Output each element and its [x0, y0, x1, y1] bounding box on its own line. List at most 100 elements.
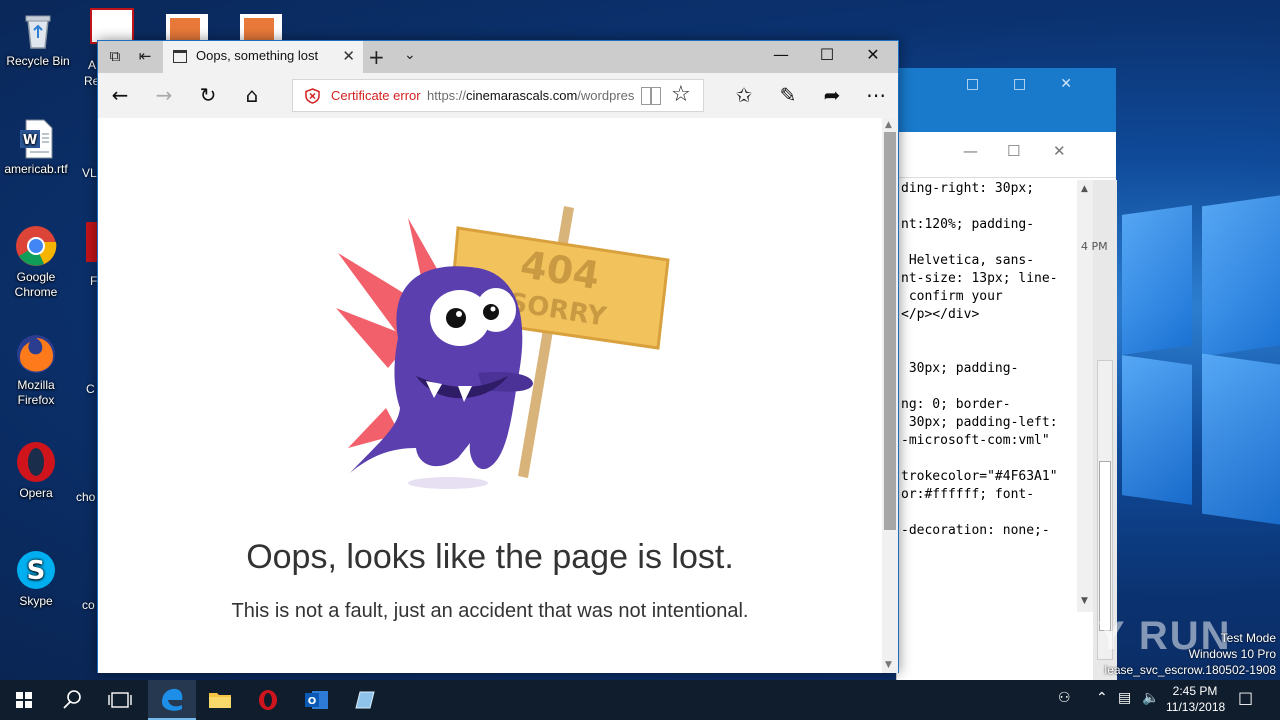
windows-start-icon	[16, 692, 32, 708]
scroll-up-arrow-icon[interactable]: ▲	[885, 120, 892, 130]
taskbar: O ⚇ ⌃ ▤ 🔈 2:45 PM 11/13/2018 □	[0, 680, 1280, 720]
show-tabs-aside-icon[interactable]: ⇤	[134, 47, 156, 67]
page-scrollbar[interactable]: ▲ ▼	[882, 118, 898, 673]
code-line: confirm your	[901, 289, 1003, 304]
search-icon	[63, 690, 81, 709]
code-line: -decoration: none;-	[901, 523, 1050, 538]
tab-title: Oops, something lost	[196, 48, 319, 63]
navigation-bar: ← → ↻ ⌂ Certificate error https://cinema…	[98, 73, 898, 118]
recycle-bin-label: Recycle Bin	[6, 54, 70, 68]
mozilla-firefox-label: Mozilla Firefox	[17, 378, 55, 407]
background-code-titlebar[interactable]: — ☐ ✕	[897, 132, 1116, 178]
code-line: -microsoft-com:vml"	[901, 433, 1050, 448]
page-content: 404 SORRY Oops, looks like the page is l…	[98, 118, 882, 673]
folder-icon	[209, 693, 231, 708]
background-window-controls[interactable]: □□✕	[966, 76, 1106, 92]
more-menu-icon[interactable]: ⋯	[858, 81, 894, 111]
certificate-error-label[interactable]: Certificate error	[331, 88, 421, 103]
code-line: trokecolor="#4F63A1"	[901, 469, 1058, 484]
background-window-blue[interactable]: □□✕	[896, 68, 1116, 132]
code-line: nt:120%; padding-	[901, 217, 1035, 232]
opera-label: Opera	[19, 486, 53, 500]
task-view-button[interactable]	[96, 680, 144, 720]
americab-rtf-icon[interactable]: W americab.rtf	[0, 112, 72, 177]
americab-rtf-label: americab.rtf	[4, 162, 68, 176]
tab-active[interactable]: Oops, something lost ✕	[163, 41, 363, 73]
url-host: cinemarascals.com	[466, 88, 578, 103]
svg-text:O: O	[308, 696, 317, 707]
favorites-hub-icon[interactable]: ✩	[726, 81, 762, 111]
refresh-button[interactable]: ↻	[190, 81, 226, 111]
test-mode-label: Test Mode	[1220, 631, 1276, 645]
opera-icon[interactable]: Opera	[0, 436, 72, 501]
scrollbar-thumb[interactable]	[884, 132, 896, 530]
share-icon[interactable]: ➦	[814, 81, 850, 111]
url-path: /wordpres	[577, 88, 635, 103]
page-heading: Oops, looks like the page is lost.	[246, 538, 734, 576]
certificate-error-shield-icon[interactable]	[305, 88, 320, 104]
taskbar-clock[interactable]: 2:45 PM 11/13/2018	[1166, 683, 1226, 715]
set-tabs-aside-icon[interactable]: ⧉	[104, 47, 126, 67]
code-line: 30px; padding-left:	[901, 415, 1058, 430]
address-bar[interactable]: Certificate error https://cinemarascals.…	[292, 79, 704, 112]
add-favorite-star-icon[interactable]: ☆	[671, 82, 691, 107]
bg-maximize-icon[interactable]: ☐	[1007, 142, 1020, 160]
windows-logo-art	[1112, 193, 1280, 680]
google-chrome-icon[interactable]: Google Chrome	[0, 220, 72, 300]
close-window-button[interactable]: ✕	[850, 45, 896, 69]
opera-taskbar-icon	[259, 690, 277, 710]
os-edition-label: Windows 10 Pro	[1188, 647, 1276, 661]
taskbar-app[interactable]	[340, 680, 388, 720]
volume-icon[interactable]: 🔈	[1142, 690, 1159, 706]
side-panel-time: 4 PM	[1081, 240, 1108, 253]
recycle-bin-icon[interactable]: Recycle Bin	[2, 4, 74, 69]
background-side-panel: 4 PM	[1081, 180, 1117, 680]
taskbar-file-explorer[interactable]	[196, 680, 244, 720]
edge-browser-window[interactable]: ⧉ ⇤ Oops, something lost ✕ + ⌄ — ☐ ✕ ← →…	[97, 40, 899, 673]
forward-button[interactable]: →	[146, 81, 182, 111]
clock-date: 11/13/2018	[1166, 700, 1226, 714]
tab-bar: ⧉ ⇤ Oops, something lost ✕ + ⌄ — ☐ ✕	[98, 41, 898, 73]
svg-text:S: S	[27, 556, 46, 586]
back-button[interactable]: ←	[102, 81, 138, 111]
os-build-label: lease_svc_escrow.180502-1908	[1104, 663, 1276, 677]
mozilla-firefox-icon[interactable]: Mozilla Firefox	[0, 328, 72, 408]
reading-view-icon[interactable]	[641, 87, 661, 105]
taskbar-outlook[interactable]: O	[292, 680, 340, 720]
taskbar-edge[interactable]	[148, 680, 196, 720]
skype-icon[interactable]: S Skype	[0, 544, 72, 609]
search-button[interactable]	[48, 680, 96, 720]
code-line: </p></div>	[901, 307, 980, 322]
url-text[interactable]: https://cinemarascals.com/wordpres	[427, 88, 635, 103]
bg-close-icon[interactable]: ✕	[1053, 142, 1066, 160]
maximize-button[interactable]: ☐	[804, 45, 850, 69]
new-tab-button[interactable]: +	[368, 45, 385, 69]
code-line: 30px; padding-	[901, 361, 1019, 376]
taskbar-opera[interactable]	[244, 680, 292, 720]
task-view-icon	[108, 692, 132, 708]
web-note-pen-icon[interactable]: ✎	[770, 81, 806, 111]
test-mode-notice: Test Mode Windows 10 Pro lease_svc_escro…	[1105, 630, 1276, 678]
code-line: ding-right: 30px;	[901, 181, 1035, 196]
show-hidden-icons-chevron-icon[interactable]: ⌃	[1096, 690, 1108, 706]
tab-close-icon[interactable]: ✕	[342, 47, 355, 65]
notepad-icon	[355, 691, 375, 709]
people-icon[interactable]: ⚇	[1058, 690, 1071, 706]
scroll-down-arrow-icon[interactable]: ▼	[885, 660, 892, 670]
action-center-icon[interactable]: □	[1238, 688, 1253, 707]
tab-preview-chevron-icon[interactable]: ⌄	[404, 47, 416, 63]
bg-minimize-icon[interactable]: —	[963, 142, 978, 160]
minimize-button[interactable]: —	[758, 45, 804, 69]
acrobat-shortcut-icon[interactable]	[90, 8, 134, 44]
code-line: nt-size: 13px; line-	[901, 271, 1058, 286]
start-button[interactable]	[0, 680, 48, 720]
network-icon[interactable]: ▤	[1118, 690, 1131, 706]
background-code-window[interactable]: — ☐ ✕ ding-right: 30px; nt:120%; padding…	[896, 132, 1117, 680]
home-button[interactable]: ⌂	[234, 81, 270, 111]
